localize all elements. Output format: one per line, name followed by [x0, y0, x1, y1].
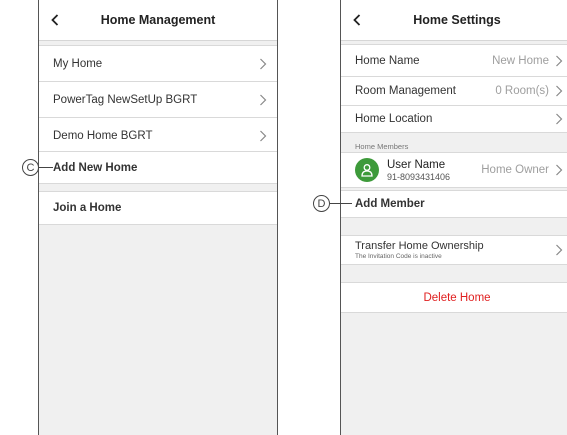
member-phone: 91-8093431406 [387, 171, 451, 182]
callout-c: C [22, 159, 39, 176]
home-location-row[interactable]: Home Location [341, 105, 567, 133]
delete-home-label: Delete Home [423, 291, 491, 304]
home-list-item-my-home[interactable]: My Home [39, 45, 277, 82]
add-new-home-button[interactable]: Add New Home [39, 151, 277, 184]
chevron-right-icon [555, 244, 563, 256]
home-name-label: Home Name [355, 54, 420, 67]
home-location-label: Home Location [355, 113, 433, 125]
join-home-button[interactable]: Join a Home [39, 191, 277, 225]
avatar [355, 158, 379, 182]
home-settings-screen: Home Settings Home Name New Home Room Ma… [340, 0, 567, 435]
delete-home-button[interactable]: Delete Home [341, 282, 567, 313]
chevron-left-icon [51, 14, 59, 26]
add-new-home-label: Add New Home [53, 161, 138, 174]
chevron-right-icon [259, 130, 267, 142]
callout-d-line [330, 203, 352, 204]
transfer-info: Transfer Home Ownership The Invitation C… [355, 240, 555, 260]
room-count-value: 0 Room(s) [495, 85, 549, 97]
home-name-row[interactable]: Home Name New Home [341, 44, 567, 77]
transfer-title: Transfer Home Ownership [355, 240, 484, 252]
member-row[interactable]: User Name 91-8093431406 Home Owner [341, 152, 567, 188]
user-icon [361, 164, 373, 177]
page-title: Home Settings [413, 13, 501, 27]
transfer-ownership-row[interactable]: Transfer Home Ownership The Invitation C… [341, 235, 567, 265]
callout-c-line [39, 167, 53, 168]
nav-bar: Home Settings [341, 0, 567, 41]
home-management-screen: Home Management My Home PowerTag NewSetU… [38, 0, 278, 435]
nav-bar: Home Management [39, 0, 277, 41]
chevron-left-icon [353, 14, 361, 26]
home-list-item-demo-home[interactable]: Demo Home BGRT [39, 117, 277, 154]
add-member-label: Add Member [355, 198, 425, 210]
member-name: User Name [387, 158, 446, 171]
member-role: Home Owner [481, 164, 549, 176]
transfer-subtitle: The Invitation Code is inactive [355, 253, 442, 260]
add-member-button[interactable]: Add Member [341, 190, 567, 218]
chevron-right-icon [555, 85, 563, 97]
home-name-label: PowerTag NewSetUp BGRT [53, 93, 198, 106]
join-home-label: Join a Home [53, 202, 122, 214]
back-button[interactable] [47, 11, 63, 29]
home-name-value: New Home [492, 54, 549, 67]
room-management-row[interactable]: Room Management 0 Room(s) [341, 76, 567, 106]
room-management-label: Room Management [355, 85, 456, 97]
chevron-right-icon [259, 94, 267, 106]
back-button[interactable] [349, 11, 365, 29]
chevron-right-icon [555, 55, 563, 67]
chevron-right-icon [555, 164, 563, 176]
page-title: Home Management [100, 13, 216, 27]
chevron-right-icon [259, 58, 267, 70]
home-name-label: My Home [53, 57, 103, 70]
member-info: User Name 91-8093431406 [387, 159, 481, 182]
home-name-label: Demo Home BGRT [53, 129, 153, 142]
members-section-header: Home Members [355, 142, 409, 151]
chevron-right-icon [555, 113, 563, 125]
home-list-item-powertag[interactable]: PowerTag NewSetUp BGRT [39, 81, 277, 118]
callout-d: D [313, 195, 330, 212]
